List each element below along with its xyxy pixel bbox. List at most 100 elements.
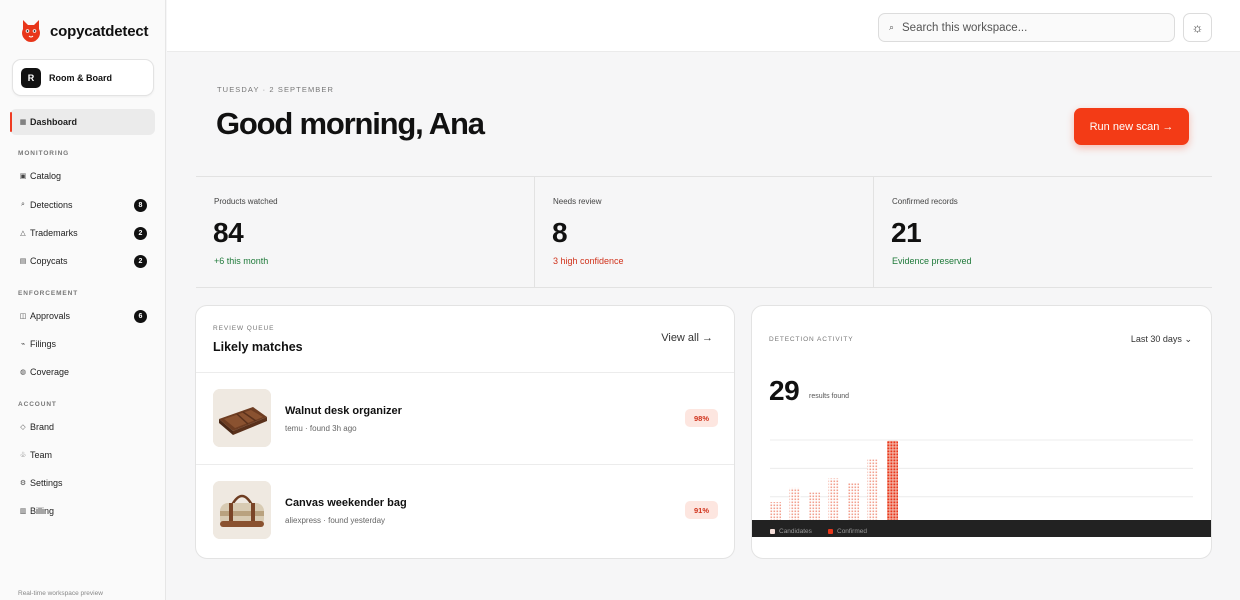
sidebar-item-copycats[interactable]: ▤ Copycats 2 bbox=[10, 248, 155, 274]
sidebar-item-label: Team bbox=[30, 450, 53, 460]
chart-bar-candidates bbox=[809, 492, 820, 521]
current-date: TUESDAY · 2 SEPTEMBER bbox=[217, 85, 335, 94]
detections-icon: ⌕ bbox=[21, 201, 25, 208]
search-input[interactable] bbox=[902, 21, 1162, 34]
stat-needs-review: Needs review 8 3 high confidence bbox=[535, 177, 874, 287]
desk-organizer-image bbox=[213, 389, 271, 447]
catalog-icon: ▣ bbox=[19, 173, 27, 180]
stat-label: Needs review bbox=[553, 197, 602, 206]
count-badge: 2 bbox=[134, 255, 147, 268]
chart-bar-candidates bbox=[867, 459, 879, 521]
stat-value: 21 bbox=[891, 217, 922, 248]
stat-confirmed-records: Confirmed records 21 Evidence preserved bbox=[874, 177, 1212, 287]
legend-item-confirmed: Confirmed bbox=[828, 528, 867, 535]
billing-icon: ▥ bbox=[19, 508, 27, 515]
brand-icon: ◇ bbox=[20, 424, 26, 431]
workspace-name: Room & Board bbox=[49, 72, 112, 83]
sidebar-item-coverage[interactable]: ◍ Coverage bbox=[10, 359, 155, 385]
sidebar-item-label: Detections bbox=[30, 200, 73, 210]
list-item[interactable]: Walnut desk organizer temu · found 3h ag… bbox=[196, 372, 734, 465]
chart-bar-candidates bbox=[848, 483, 859, 521]
stat-products-watched: Products watched 84 +6 this month bbox=[196, 177, 535, 287]
stats-row: Products watched 84 +6 this month Needs … bbox=[196, 176, 1212, 288]
product-thumbnail bbox=[213, 389, 271, 447]
legend-item-candidates: Candidates bbox=[770, 528, 812, 535]
stat-value: 8 bbox=[552, 217, 568, 248]
sidebar-item-brand[interactable]: ◇ Brand bbox=[10, 414, 155, 440]
brand-name: copycatdetect bbox=[50, 22, 149, 40]
sidebar-item-approvals[interactable]: ◫ Approvals 6 bbox=[10, 303, 155, 329]
theme-toggle-button[interactable]: ☼ bbox=[1183, 13, 1212, 42]
page-title: Good morning, Ana bbox=[216, 106, 485, 141]
coverage-icon: ◍ bbox=[19, 369, 27, 376]
legend-swatch bbox=[828, 529, 833, 534]
chart-bar-confirmed bbox=[887, 440, 898, 521]
sidebar-item-settings[interactable]: ⚙ Settings bbox=[10, 470, 155, 496]
weekender-bag-image bbox=[213, 481, 271, 539]
chart-legend: Candidates Confirmed bbox=[752, 520, 1211, 537]
count-badge: 2 bbox=[134, 227, 147, 240]
workspace-switcher[interactable]: R Room & Board bbox=[12, 59, 154, 96]
chart-bar-candidates bbox=[828, 478, 840, 521]
list-item[interactable]: Canvas weekender bag aliexpress · found … bbox=[196, 464, 734, 557]
product-meta: aliexpress · found yesterday bbox=[285, 516, 386, 525]
section-enforcement: ENFORCEMENT bbox=[18, 290, 79, 297]
product-thumbnail bbox=[213, 481, 271, 539]
brand-logo[interactable]: copycatdetect bbox=[20, 19, 148, 43]
legend-label: Confirmed bbox=[837, 528, 867, 535]
results-total: 29 bbox=[769, 375, 800, 406]
stat-label: Products watched bbox=[214, 197, 278, 206]
stat-subtext: 3 high confidence bbox=[553, 256, 624, 266]
stat-subtext: +6 this month bbox=[214, 256, 269, 266]
sidebar-item-catalog[interactable]: ▣ Catalog bbox=[10, 163, 155, 189]
sidebar-item-label: Brand bbox=[30, 422, 55, 432]
settings-icon: ⚙ bbox=[19, 480, 27, 487]
sun-icon: ☼ bbox=[1191, 20, 1204, 35]
match-score-badge: 91% bbox=[685, 501, 718, 519]
results-label: results found bbox=[809, 393, 850, 400]
approvals-icon: ◫ bbox=[19, 313, 27, 320]
sidebar-item-team[interactable]: ♧ Team bbox=[10, 442, 155, 468]
product-title: Walnut desk organizer bbox=[285, 405, 402, 417]
card-kicker: REVIEW QUEUE bbox=[213, 325, 275, 332]
sidebar-item-trademarks[interactable]: △ Trademarks 2 bbox=[10, 220, 155, 246]
review-queue-card: REVIEW QUEUE Likely matches View all → W… bbox=[195, 305, 735, 559]
section-account: ACCOUNT bbox=[18, 401, 57, 408]
chart-bar-candidates bbox=[789, 487, 801, 521]
sidebar-item-detections[interactable]: ⌕ Detections 8 bbox=[10, 192, 155, 218]
sidebar-item-label: Catalog bbox=[30, 171, 62, 181]
filings-icon: ⌁ bbox=[20, 341, 26, 348]
sidebar-item-billing[interactable]: ▥ Billing bbox=[10, 498, 155, 524]
trademark-icon: △ bbox=[20, 230, 26, 237]
section-monitoring: MONITORING bbox=[18, 150, 70, 157]
copycats-icon: ▤ bbox=[19, 258, 27, 265]
search-box[interactable]: ⌕ bbox=[878, 13, 1175, 42]
view-all-link[interactable]: View all → bbox=[661, 332, 713, 344]
sidebar-item-label: Trademarks bbox=[30, 228, 78, 238]
product-title: Canvas weekender bag bbox=[285, 497, 407, 509]
sidebar-item-label: Billing bbox=[30, 506, 55, 516]
sidebar-item-label: Filings bbox=[30, 339, 57, 349]
sidebar-footnote: Real-time workspace preview bbox=[18, 590, 103, 597]
sidebar-item-filings[interactable]: ⌁ Filings bbox=[10, 331, 155, 357]
legend-swatch bbox=[770, 529, 775, 534]
search-icon: ⌕ bbox=[889, 22, 895, 32]
chevron-down-icon: ⌄ bbox=[1184, 334, 1192, 344]
run-new-scan-button[interactable]: Run new scan → bbox=[1074, 108, 1189, 145]
workspace-avatar: R bbox=[21, 67, 41, 88]
count-badge: 6 bbox=[134, 310, 147, 323]
sidebar-item-dashboard[interactable]: ▦ Dashboard bbox=[10, 109, 155, 135]
card-title: Likely matches bbox=[213, 340, 303, 354]
product-meta: temu · found 3h ago bbox=[285, 424, 357, 433]
date-range-select[interactable]: Last 30 days ⌄ bbox=[1131, 334, 1192, 345]
top-header: ⌕ ☼ bbox=[167, 0, 1240, 52]
match-score-badge: 98% bbox=[685, 409, 718, 427]
chart-bar-candidates bbox=[770, 502, 781, 521]
card-kicker: DETECTION ACTIVITY bbox=[769, 336, 854, 343]
count-badge: 8 bbox=[134, 199, 147, 212]
stat-subtext: Evidence preserved bbox=[892, 256, 972, 266]
sidebar-item-label: Coverage bbox=[30, 367, 70, 377]
stat-label: Confirmed records bbox=[892, 197, 958, 206]
sidebar-item-label: Approvals bbox=[30, 311, 71, 321]
legend-label: Candidates bbox=[779, 528, 812, 535]
